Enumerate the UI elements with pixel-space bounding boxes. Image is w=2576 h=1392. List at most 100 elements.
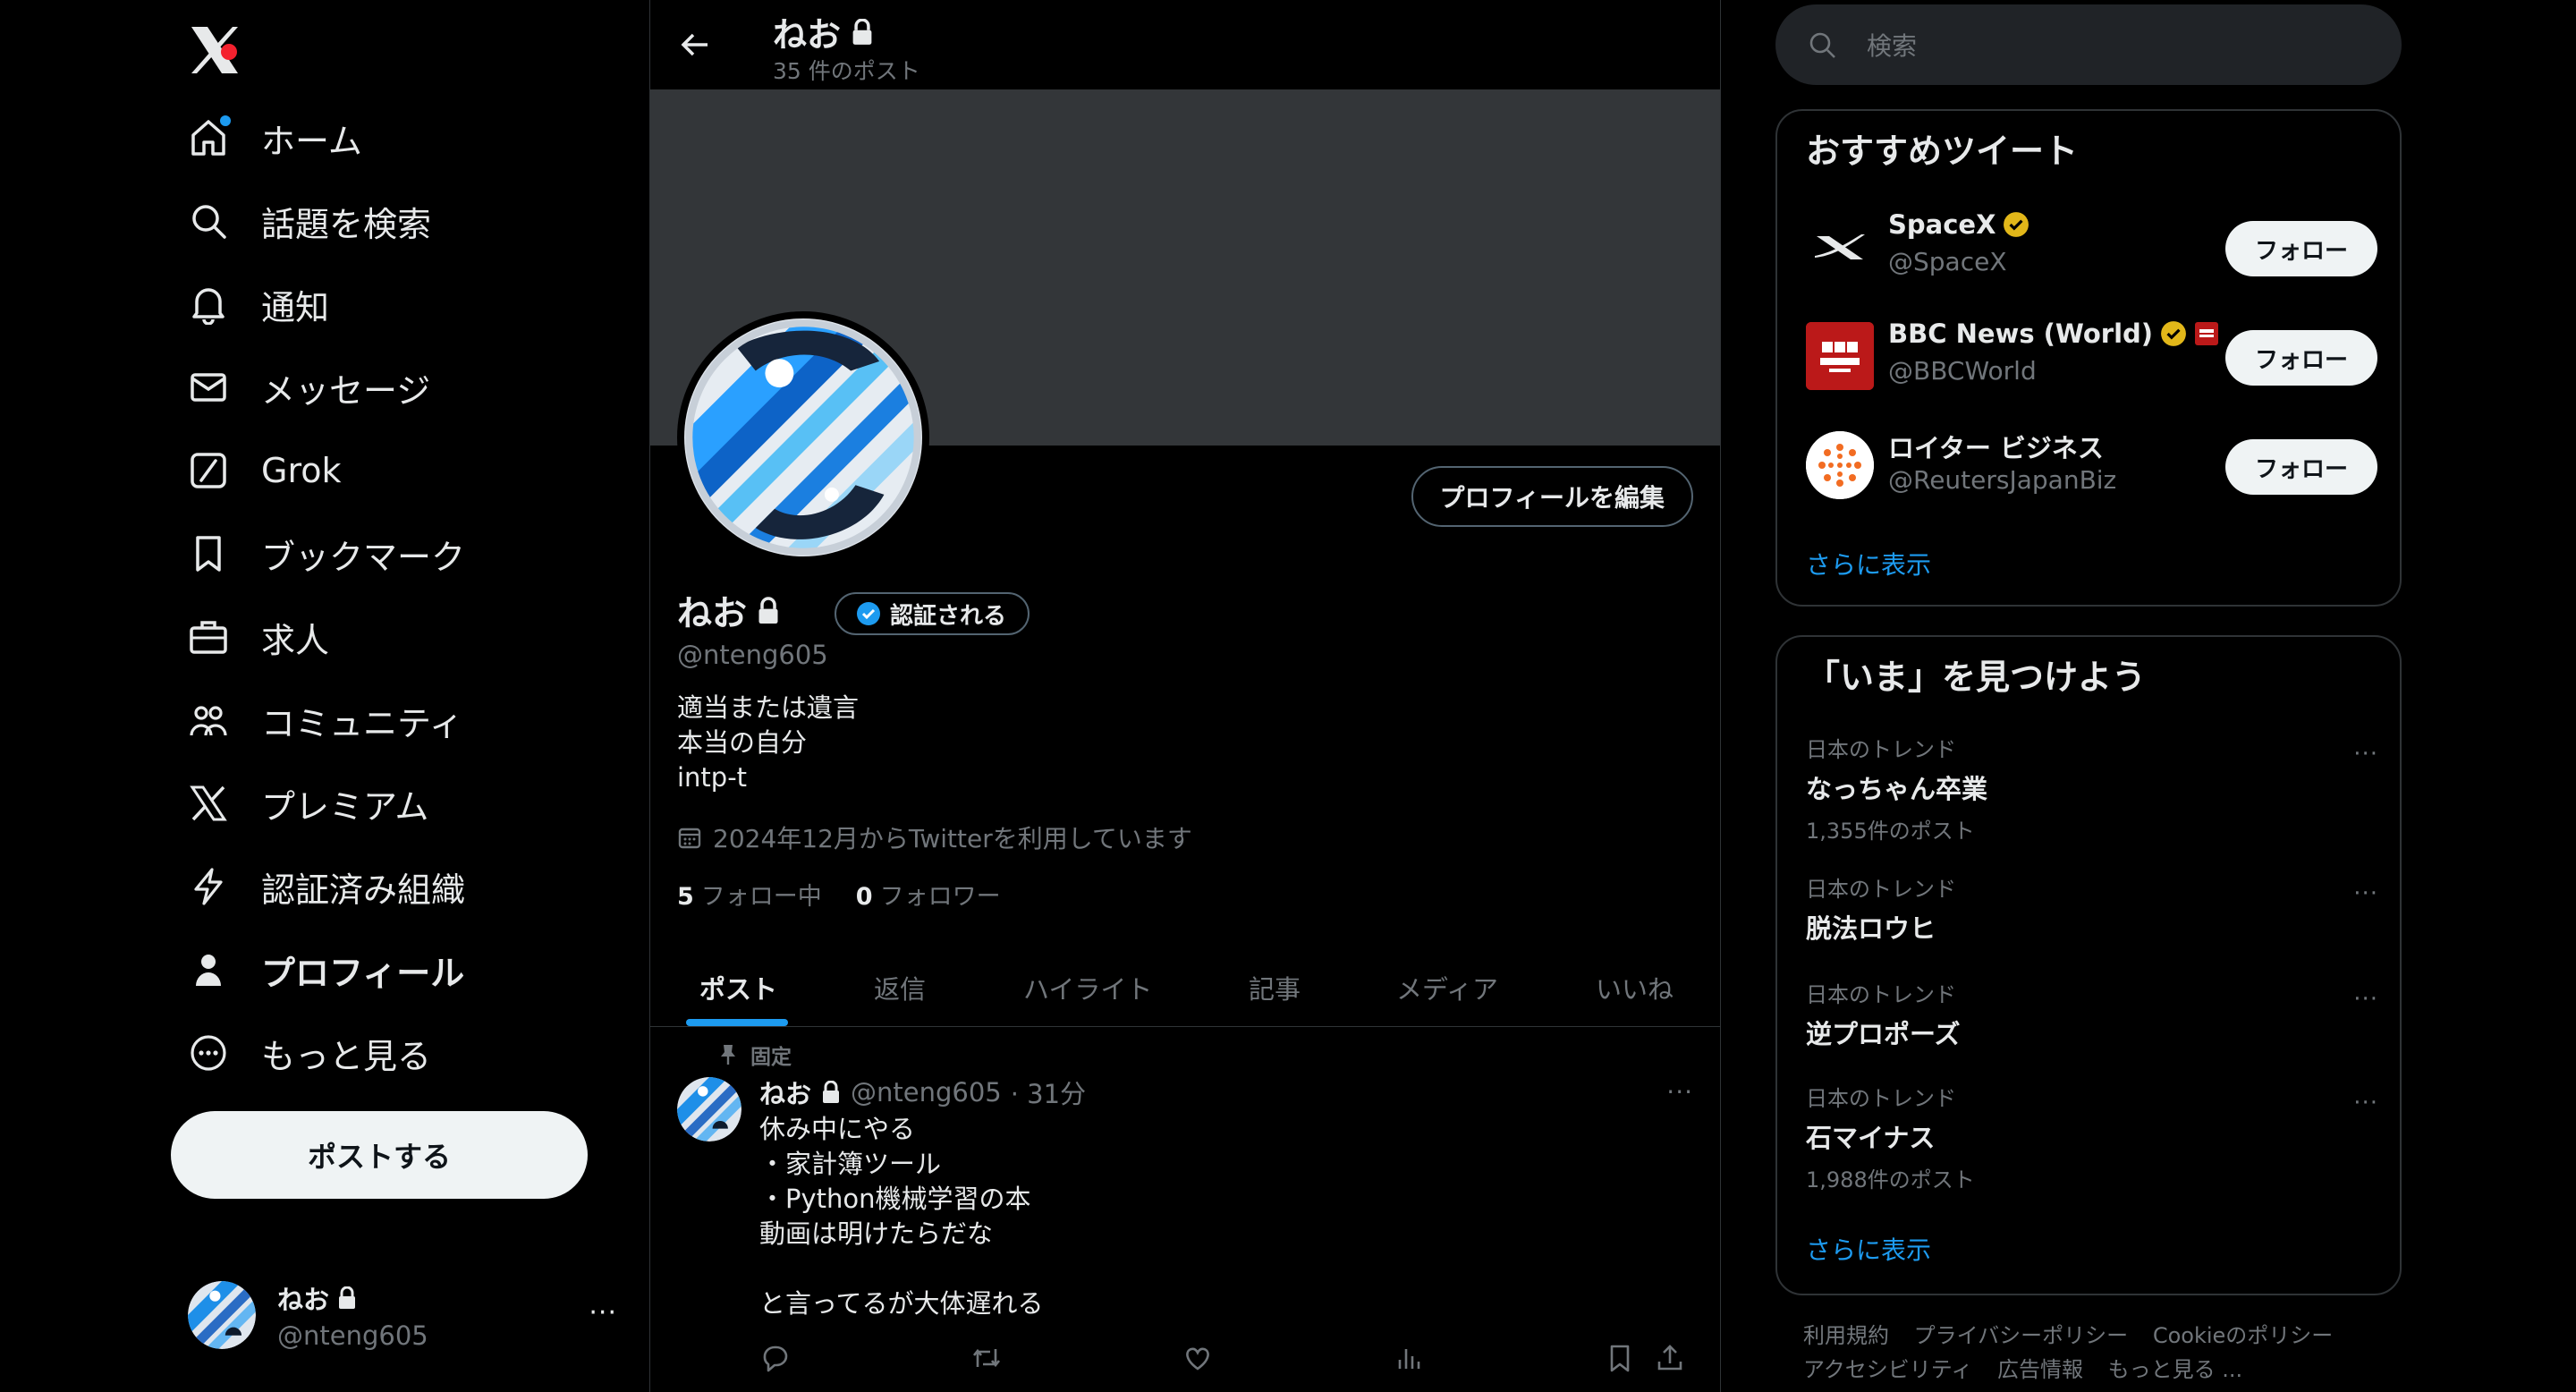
trend-more-icon[interactable]: ··· — [2353, 1090, 2378, 1116]
like-icon[interactable] — [1182, 1342, 1217, 1378]
trend-name: なっちゃん卒業 — [1806, 774, 1988, 804]
nav-label: コミュニティ — [261, 703, 463, 743]
account-handle: @BBCWorld — [1888, 356, 2037, 386]
footer-link-ads[interactable]: 広告情報 — [1997, 1357, 2083, 1382]
trend-item[interactable]: 日本のトレンド 石マイナス 1,988件のポスト ··· — [1806, 1081, 2378, 1193]
trend-item[interactable]: 日本のトレンド なっちゃん卒業 1,355件のポスト ··· — [1806, 732, 2378, 845]
nav-verified-orgs[interactable]: 認証済み組織 — [186, 854, 465, 919]
share-icon[interactable] — [1654, 1342, 1690, 1378]
lock-icon — [820, 1081, 842, 1104]
active-tab-indicator — [686, 1019, 788, 1026]
profile-avatar[interactable] — [677, 311, 929, 564]
tab-likes[interactable]: いいね — [1596, 948, 1674, 1027]
tab-articles[interactable]: 記事 — [1249, 948, 1301, 1027]
recommend-item[interactable]: BBC News (World) @BBCWorld フォロー — [1806, 318, 2378, 390]
account-switcher[interactable]: ねお @nteng605 ··· — [188, 1279, 617, 1351]
nav-premium[interactable]: プレミアム — [186, 771, 428, 836]
tweet-more-icon[interactable]: ··· — [1666, 1077, 1693, 1107]
trend-more-icon[interactable]: ··· — [2353, 986, 2378, 1013]
show-more-link[interactable]: さらに表示 — [1806, 546, 1931, 581]
followers-count: 0 — [855, 883, 873, 911]
footer-link-accessibility[interactable]: アクセシビリティ — [1803, 1357, 1972, 1382]
trend-context: 日本のトレンド — [1806, 737, 1956, 762]
bio-line: intp-t — [677, 762, 748, 793]
gold-verified-badge-icon — [2160, 320, 2187, 347]
edit-profile-button[interactable]: プロフィールを編集 — [1411, 466, 1693, 527]
tweet-time[interactable]: · 31分 — [1011, 1074, 1086, 1111]
trend-count: 1,355件のポスト — [1806, 819, 1975, 844]
x-icon — [186, 781, 231, 826]
trend-item[interactable]: 日本のトレンド 逆プロポーズ ··· — [1806, 977, 2378, 1051]
recommend-item[interactable]: SpaceX @SpaceX フォロー — [1806, 209, 2378, 281]
lightning-icon — [186, 864, 231, 909]
views-icon[interactable] — [1393, 1342, 1428, 1378]
bookmark-icon[interactable] — [1604, 1342, 1640, 1378]
gold-verified-badge-icon — [2003, 211, 2029, 238]
show-more-link[interactable]: さらに表示 — [1806, 1231, 1931, 1267]
repost-icon[interactable] — [970, 1342, 1006, 1378]
nav-bookmarks[interactable]: ブックマーク — [186, 522, 465, 586]
nav-jobs[interactable]: 求人 — [186, 605, 329, 669]
nav-label: 話題を検索 — [261, 204, 432, 244]
recommend-item[interactable]: ロイター ビジネス @ReutersJapanBiz フォロー — [1806, 428, 2378, 499]
footer-link-privacy[interactable]: プライバシーポリシー — [1914, 1323, 2129, 1348]
nav-more[interactable]: もっと見る — [186, 1021, 431, 1085]
account-handle: @ReutersJapanBiz — [1888, 465, 2117, 495]
tweet-actions — [759, 1342, 1690, 1378]
trend-context: 日本のトレンド — [1806, 982, 1956, 1007]
account-name: BBC News (World) — [1888, 318, 2154, 349]
nav-label: ホーム — [261, 121, 362, 161]
nav-grok[interactable]: Grok — [186, 438, 342, 503]
avatar[interactable] — [677, 1077, 741, 1142]
get-verified-button[interactable]: 認証される — [835, 592, 1030, 635]
nav-communities[interactable]: コミュニティ — [186, 688, 463, 752]
nav-notifications[interactable]: 通知 — [186, 272, 329, 336]
footer-link-terms[interactable]: 利用規約 — [1803, 1323, 1889, 1348]
bio-line: 本当の自分 — [677, 727, 808, 758]
tweet-header: ねお @nteng605 · 31分 — [759, 1074, 1086, 1111]
pinned-indicator: 固定 — [718, 1040, 792, 1070]
more-icon[interactable]: ··· — [589, 1297, 617, 1328]
nav-label: ブックマーク — [261, 537, 466, 577]
post-button[interactable]: ポストする — [171, 1111, 588, 1199]
tab-highlights[interactable]: ハイライト — [1023, 948, 1152, 1027]
trend-item[interactable]: 日本のトレンド 脱法ロウヒ ··· — [1806, 871, 2378, 946]
mail-icon — [186, 365, 231, 410]
tab-media[interactable]: メディア — [1396, 948, 1498, 1027]
pinned-label: 固定 — [750, 1046, 792, 1069]
verified-badge-icon — [856, 601, 881, 626]
header-name: ねお — [773, 15, 842, 55]
search-input[interactable]: 検索 — [1775, 4, 2402, 85]
more-circle-icon — [186, 1031, 231, 1075]
nav-profile[interactable]: プロフィール — [186, 938, 464, 1002]
tweet-author-name[interactable]: ねお — [759, 1074, 811, 1111]
followers-link[interactable]: 0 フォロワー — [856, 877, 1001, 912]
trend-more-icon[interactable]: ··· — [2353, 880, 2378, 907]
nav-label: 通知 — [261, 287, 330, 327]
join-date: 2024年12月からTwitterを利用しています — [677, 819, 1192, 855]
profile-handle: @nteng605 — [677, 640, 828, 670]
follow-button[interactable]: フォロー — [2225, 439, 2377, 495]
reply-icon[interactable] — [759, 1342, 795, 1378]
follow-button[interactable]: フォロー — [2225, 330, 2377, 386]
trend-more-icon[interactable]: ··· — [2353, 741, 2378, 768]
post-count: 35 件のポスト — [773, 58, 920, 84]
back-arrow-icon[interactable] — [677, 27, 713, 63]
tab-replies[interactable]: 返信 — [874, 948, 926, 1027]
nav-home[interactable]: ホーム — [186, 106, 362, 170]
trend-name: 石マイナス — [1806, 1123, 1936, 1153]
tweet-author-handle[interactable]: @nteng605 — [851, 1077, 1002, 1108]
account-handle: @SpaceX — [1888, 247, 2007, 276]
following-link[interactable]: 5 フォロー中 — [677, 877, 822, 912]
trends-card: 「いま」を見つけよう 日本のトレンド なっちゃん卒業 1,355件のポスト ··… — [1775, 635, 2402, 1295]
trend-context: 日本のトレンド — [1806, 1086, 1956, 1111]
nav-label: 求人 — [261, 620, 330, 660]
x-logo-icon[interactable] — [186, 21, 243, 79]
follow-button[interactable]: フォロー — [2225, 221, 2377, 276]
trend-context: 日本のトレンド — [1806, 877, 1956, 902]
nav-explore[interactable]: 話題を検索 — [186, 189, 431, 253]
nav-messages[interactable]: メッセージ — [186, 355, 430, 420]
footer-link-cookie[interactable]: Cookieのポリシー — [2153, 1323, 2333, 1348]
footer-link-more[interactable]: もっと見る ... — [2108, 1357, 2243, 1382]
tab-posts[interactable]: ポスト — [699, 948, 777, 1027]
